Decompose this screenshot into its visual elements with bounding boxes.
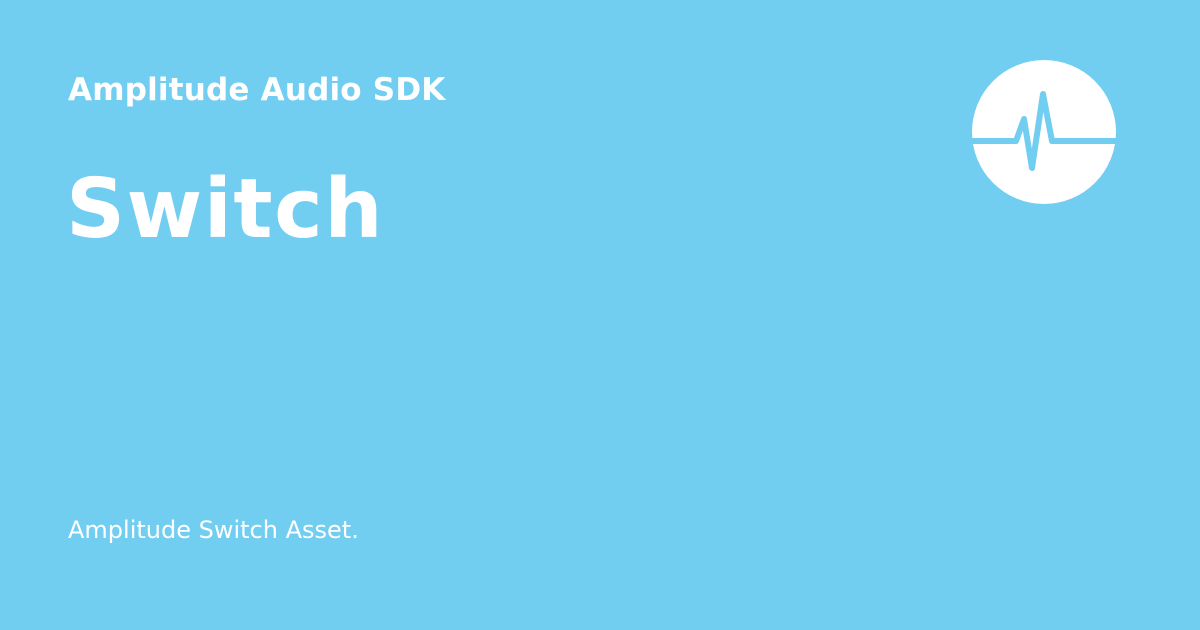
page-title: Switch xyxy=(66,162,385,257)
social-preview-card: Amplitude Audio SDK Switch Amplitude Swi… xyxy=(0,0,1200,630)
site-name: Amplitude Audio SDK xyxy=(68,72,446,108)
pulse-waveform-icon xyxy=(972,60,1116,204)
amplitude-logo xyxy=(972,60,1116,204)
page-description: Amplitude Switch Asset. xyxy=(68,516,359,544)
